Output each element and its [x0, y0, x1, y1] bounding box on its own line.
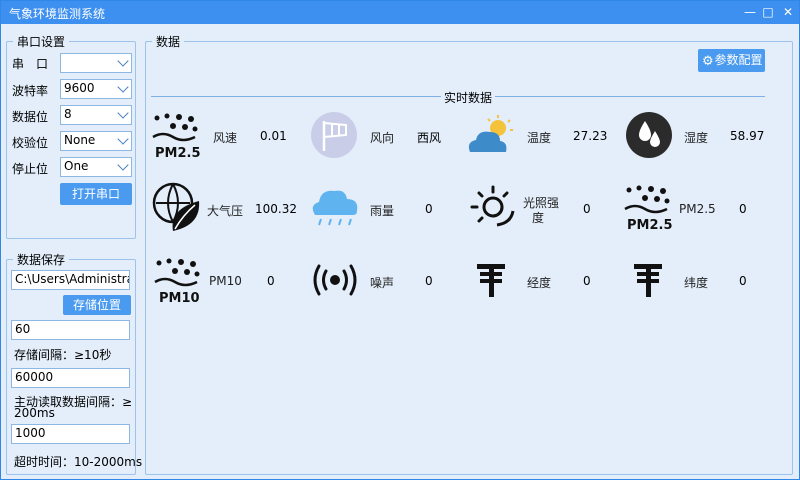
baud-value: 9600: [64, 81, 95, 95]
pm10-icon-text: PM10: [159, 291, 200, 306]
wind-direction-value: 西风: [417, 131, 442, 145]
timeout-label: 超时时间：10-2000ms: [14, 455, 143, 469]
pressure-value: 100.32: [255, 202, 297, 216]
temperature-value: 27.23: [573, 129, 608, 143]
stopbits-label: 停止位: [12, 162, 49, 176]
noise-value: 0: [425, 274, 433, 288]
station-icon: [477, 264, 505, 297]
chevron-down-icon: [117, 55, 129, 67]
save-location-button[interactable]: 存储位置: [63, 295, 131, 315]
parity-select[interactable]: None: [60, 131, 132, 151]
databits-select[interactable]: 8: [60, 105, 132, 125]
timeout-input[interactable]: 1000: [11, 424, 130, 444]
data-legend: 数据: [156, 35, 181, 49]
pressure-label: 大气压: [207, 204, 244, 218]
noise-label: 噪声: [370, 276, 395, 290]
chevron-down-icon: [117, 133, 129, 145]
humidity-value: 58.97: [730, 129, 765, 143]
pm10-icon: PM10: [154, 258, 200, 306]
window-title: 气象环境监测系统: [9, 7, 106, 21]
light-value: 0: [583, 202, 591, 216]
longitude-value: 0: [583, 274, 591, 288]
humidity-label: 湿度: [684, 131, 709, 145]
stopbits-value: One: [64, 159, 89, 173]
sun-rays-icon: [470, 185, 515, 227]
rainfall-label: 雨量: [370, 204, 395, 218]
main-window: 气象环境监测系统 — □ ✕ 串口设置 串 口 波特率 9600 数据位 8 校…: [0, 0, 800, 480]
serial-settings-legend: 串口设置: [17, 35, 66, 49]
leaf-globe-icon: [152, 182, 200, 231]
read-interval-label-2: 200ms: [14, 406, 55, 420]
pm25-icon-text: PM2.5: [155, 146, 201, 161]
parity-label: 校验位: [12, 136, 49, 150]
station-icon: [634, 264, 662, 297]
baud-label: 波特率: [12, 84, 49, 98]
wind-speed-label: 风速: [213, 131, 238, 145]
save-interval-input[interactable]: 60: [11, 320, 130, 340]
wind-flag-icon: [311, 112, 357, 158]
latitude-value: 0: [739, 274, 747, 288]
pm25-value: 0: [739, 202, 747, 216]
pm25-icon: PM2.5: [624, 185, 673, 233]
light-label-2: 度: [532, 211, 545, 225]
wind-speed-value: 0.01: [260, 129, 287, 143]
chevron-down-icon: [117, 81, 129, 93]
rain-cloud-icon: [312, 190, 358, 226]
longitude-label: 经度: [527, 276, 552, 290]
pm25-icon-text: PM2.5: [627, 218, 673, 233]
realtime-label: 实时数据: [441, 89, 496, 106]
latitude-label: 纬度: [684, 276, 709, 290]
temperature-label: 温度: [527, 131, 552, 145]
pm25-label: PM2.5: [679, 202, 716, 216]
wind-direction-label: 风向: [370, 131, 395, 145]
noise-icon: [313, 264, 357, 296]
baud-select[interactable]: 9600: [60, 79, 132, 99]
config-button-label: 参数配置: [714, 53, 763, 67]
port-label: 串 口: [12, 57, 49, 71]
data-save-legend: 数据保存: [17, 253, 66, 267]
parity-value: None: [64, 133, 96, 147]
databits-value: 8: [64, 107, 72, 121]
gear-icon: ⚙: [702, 54, 714, 69]
save-interval-label: 存储间隔：≥10秒: [14, 348, 112, 362]
read-interval-input[interactable]: 60000: [11, 368, 130, 388]
pm10-value: 0: [267, 274, 275, 288]
humidity-drops-icon: [626, 112, 672, 158]
pm25-icon: PM2.5: [152, 113, 201, 161]
databits-label: 数据位: [12, 110, 49, 124]
save-path-input[interactable]: C:\Users\Administrato: [11, 270, 130, 290]
port-select[interactable]: [60, 53, 132, 73]
open-port-button[interactable]: 打开串口: [60, 183, 132, 205]
title-bar: 气象环境监测系统 — □ ✕: [1, 1, 799, 24]
maximize-button[interactable]: □: [757, 1, 779, 24]
stopbits-select[interactable]: One: [60, 157, 132, 177]
sun-cloud-icon: [468, 115, 513, 152]
config-button[interactable]: ⚙ 参数配置: [698, 49, 765, 72]
chevron-down-icon: [117, 107, 129, 119]
pm10-label: PM10: [209, 274, 242, 288]
rainfall-value: 0: [425, 202, 433, 216]
close-button[interactable]: ✕: [777, 1, 799, 24]
chevron-down-icon: [117, 159, 129, 171]
